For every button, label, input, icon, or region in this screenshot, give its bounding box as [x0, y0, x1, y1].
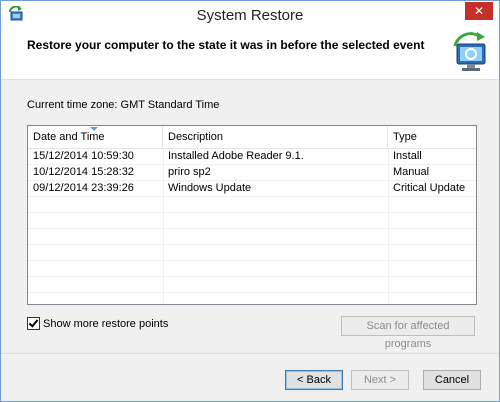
- system-restore-window: System Restore ✕ Restore your computer t…: [0, 0, 500, 402]
- show-more-label: Show more restore points: [43, 317, 169, 330]
- cell-description: Windows Update: [168, 182, 252, 194]
- restore-computer-icon: [449, 32, 493, 76]
- empty-row: [28, 261, 476, 277]
- cell-date: 09/12/2014 23:39:26: [33, 182, 134, 194]
- title-bar: System Restore ✕: [1, 1, 499, 30]
- empty-row: [28, 245, 476, 261]
- empty-row: [28, 293, 476, 304]
- show-more-checkbox[interactable]: [27, 317, 40, 330]
- back-button[interactable]: < Back: [285, 370, 343, 390]
- timezone-label: Current time zone: GMT Standard Time: [27, 99, 220, 111]
- cell-description: priro sp2: [168, 166, 211, 178]
- sort-arrow-icon: [90, 127, 98, 131]
- table-header: Date and Time Description Type: [28, 126, 476, 149]
- cell-description: Installed Adobe Reader 9.1.: [168, 150, 304, 162]
- cell-date: 15/12/2014 10:59:30: [33, 150, 134, 162]
- table-row[interactable]: 15/12/2014 10:59:30 Installed Adobe Read…: [28, 149, 476, 165]
- cell-type: Manual: [393, 166, 430, 178]
- cell-date: 10/12/2014 15:28:32: [33, 166, 134, 178]
- table-row[interactable]: 09/12/2014 23:39:26 Windows Update Criti…: [28, 181, 476, 197]
- header-panel: Restore your computer to the state it wa…: [1, 30, 499, 80]
- cell-type: Install: [393, 150, 422, 162]
- footer-divider: [1, 353, 499, 354]
- restore-points-table[interactable]: Date and Time Description Type 15/12/201…: [27, 125, 477, 305]
- column-header-label: Description: [168, 131, 224, 143]
- column-divider: [163, 148, 164, 304]
- column-header-date[interactable]: Date and Time: [28, 126, 163, 148]
- column-header-type[interactable]: Type: [388, 126, 476, 148]
- show-more-restore-points[interactable]: Show more restore points: [27, 317, 168, 330]
- empty-row: [28, 213, 476, 229]
- close-button[interactable]: ✕: [465, 2, 493, 20]
- column-header-label: Date and Time: [33, 131, 105, 143]
- column-header-description[interactable]: Description: [163, 126, 388, 148]
- next-button[interactable]: Next >: [351, 370, 409, 390]
- window-title: System Restore: [196, 7, 304, 24]
- empty-row: [28, 197, 476, 213]
- table-row[interactable]: 10/12/2014 15:28:32 priro sp2 Manual: [28, 165, 476, 181]
- empty-row: [28, 229, 476, 245]
- cell-type: Critical Update: [393, 182, 466, 194]
- column-divider: [388, 148, 389, 304]
- header-instruction: Restore your computer to the state it wa…: [27, 38, 425, 52]
- cancel-button[interactable]: Cancel: [423, 370, 481, 390]
- empty-row: [28, 277, 476, 293]
- scan-affected-programs-button[interactable]: Scan for affected programs: [341, 316, 475, 350]
- column-header-label: Type: [393, 131, 417, 143]
